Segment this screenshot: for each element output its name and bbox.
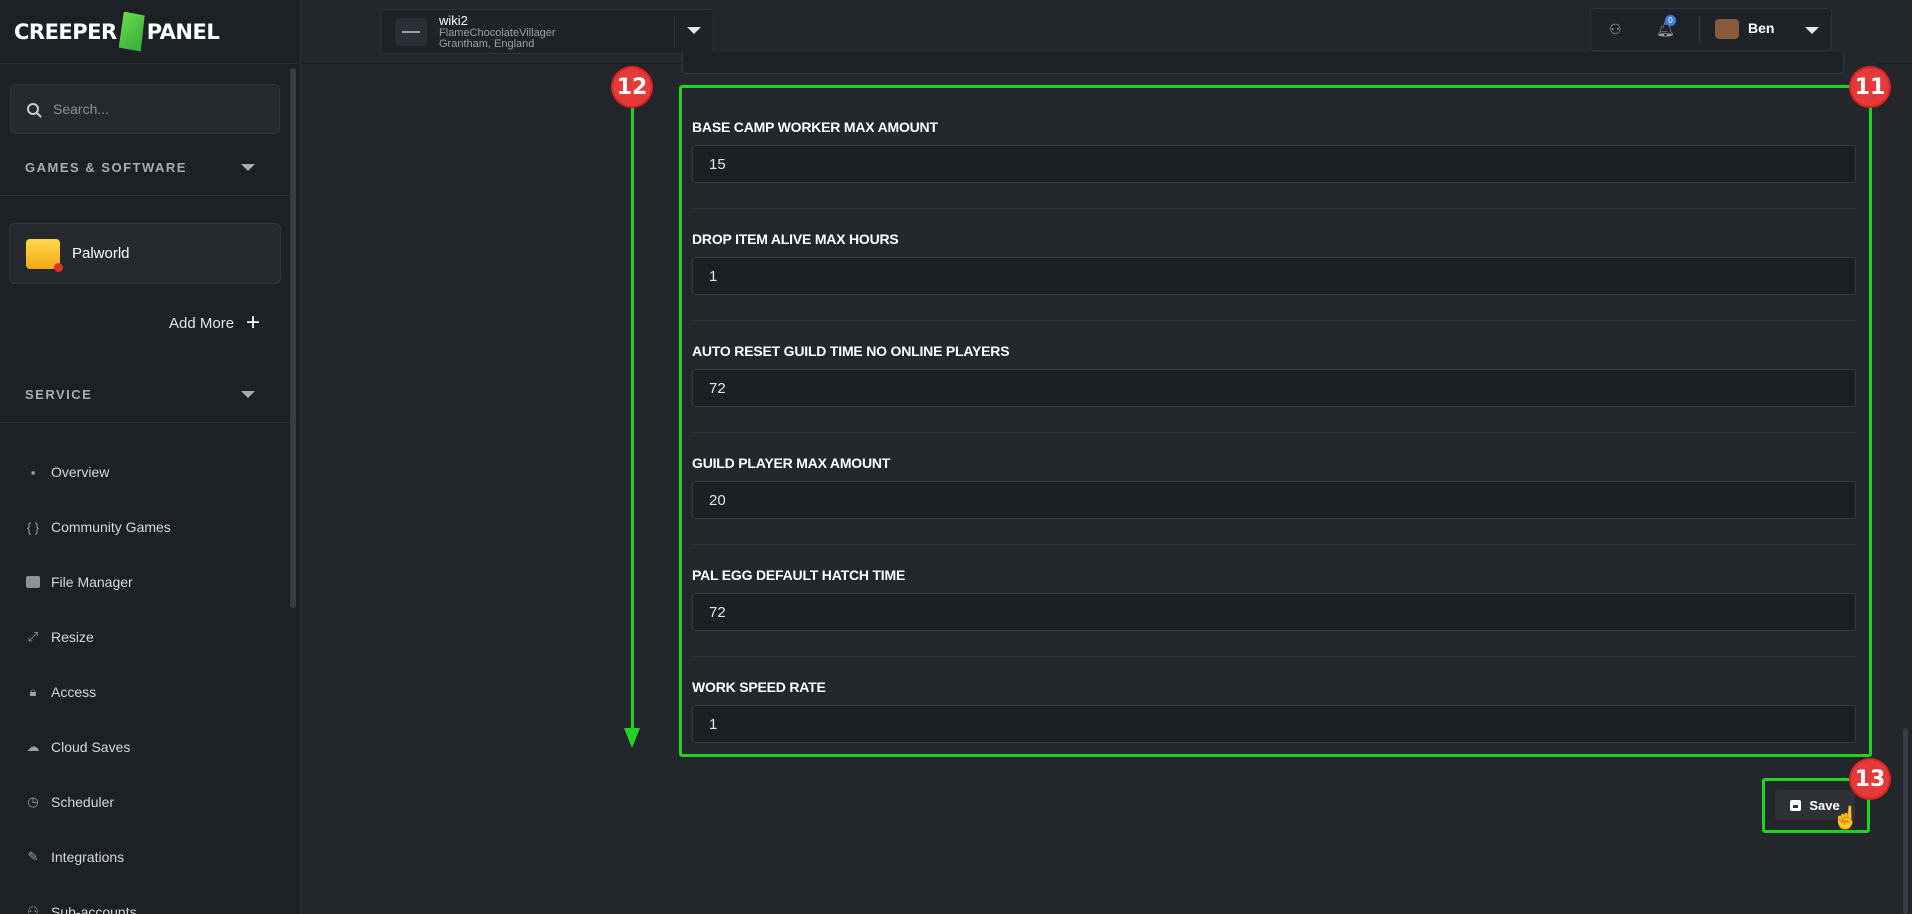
user-bar: ⚇ 🔔︎ 0 Ben: [1590, 8, 1832, 51]
sidebar: CREEPER PANEL GAMES & SOFTWARE Palworld …: [0, 0, 301, 914]
users-icon: ⚇: [27, 904, 39, 914]
step-badge-12: 12: [613, 68, 651, 106]
clock-icon: ◷: [27, 794, 39, 809]
server-icon: [395, 17, 427, 46]
resize-icon: ⤢: [27, 629, 39, 644]
cloud-icon: ☁: [26, 739, 40, 754]
avatar[interactable]: [1715, 19, 1739, 39]
sidebar-item-scheduler[interactable]: ◷ Scheduler: [25, 790, 114, 814]
logo-text-left: CREEPER: [14, 19, 117, 44]
sidebar-item-label: Community Games: [51, 519, 171, 535]
highlight-box-fields: [679, 85, 1872, 757]
user-name[interactable]: Ben: [1748, 20, 1774, 36]
grid-icon: ▪: [30, 464, 36, 480]
braces-icon: { }: [26, 519, 40, 535]
wrench-icon: ✎: [27, 849, 39, 864]
sidebar-item-integrations[interactable]: ✎ Integrations: [25, 845, 125, 869]
search-box: [10, 84, 280, 134]
server-world-name: FlameChocolateVillager: [439, 26, 556, 39]
sidebar-item-file-manager[interactable]: File Manager: [25, 570, 133, 594]
floppy-disk-icon: [1790, 799, 1802, 811]
add-more-button[interactable]: Add More +: [169, 309, 261, 336]
sidebar-item-label: Integrations: [51, 849, 125, 865]
server-location: Grantham, England: [439, 37, 535, 50]
logo-bar: CREEPER PANEL: [0, 0, 300, 64]
sidebar-item-sub-accounts[interactable]: ⚇ Sub-accounts: [25, 900, 137, 914]
palworld-thumbnail: [26, 238, 63, 272]
game-card-palworld[interactable]: Palworld: [9, 223, 281, 284]
divider: [1699, 16, 1700, 42]
sidebar-item-label: File Manager: [51, 574, 133, 590]
game-label: Palworld: [72, 245, 130, 262]
creeperpanel-logo[interactable]: CREEPER PANEL: [14, 11, 220, 52]
sidebar-item-community-games[interactable]: { } Community Games: [25, 515, 171, 539]
section-games-software[interactable]: GAMES & SOFTWARE: [0, 147, 280, 187]
sidebar-item-label: Scheduler: [51, 794, 115, 810]
section-service-label: SERVICE: [25, 386, 93, 402]
sidebar-item-label: Overview: [51, 464, 110, 480]
sidebar-item-label: Sub-accounts: [51, 904, 137, 914]
server-selector[interactable]: wiki2 FlameChocolateVillager Grantham, E…: [380, 9, 714, 54]
friends-icon[interactable]: ⚇: [1609, 21, 1627, 37]
add-more-label: Add More: [169, 314, 235, 332]
sidebar-item-label: Resize: [51, 629, 94, 645]
chevron-down-icon[interactable]: [1805, 27, 1819, 34]
sidebar-item-label: Access: [51, 684, 97, 700]
section-games-label: GAMES & SOFTWARE: [25, 159, 187, 175]
sidebar-scrollbar-thumb[interactable]: [290, 68, 296, 608]
chevron-down-icon: [241, 163, 255, 171]
arrow-down-icon: [624, 728, 640, 748]
chevron-down-icon[interactable]: [687, 27, 701, 34]
plus-icon: +: [246, 309, 261, 336]
hand-cursor-icon: ☝: [1832, 805, 1860, 830]
sidebar-item-label: Cloud Saves: [51, 739, 131, 755]
divider: [674, 16, 675, 47]
step-badge-11: 11: [1851, 68, 1889, 106]
sidebar-item-resize[interactable]: ⤢ Resize: [25, 625, 94, 649]
step-badge-13: 13: [1851, 760, 1889, 798]
folder-icon: [25, 574, 41, 590]
notification-badge: 0: [1665, 15, 1676, 26]
server-info: wiki2 FlameChocolateVillager Grantham, E…: [439, 12, 556, 50]
section-service[interactable]: SERVICE: [0, 374, 280, 414]
search-icon: [27, 103, 39, 115]
chevron-down-icon: [241, 390, 255, 398]
server-name: wiki2: [439, 12, 468, 28]
sidebar-scrollbar[interactable]: [290, 68, 296, 908]
search-input[interactable]: [51, 100, 255, 118]
scroll-arrow-line: [631, 108, 634, 730]
sidebar-item-cloud-saves[interactable]: ☁ Cloud Saves: [25, 735, 131, 759]
sidebar-item-access[interactable]: 🔒︎ Access: [25, 680, 97, 704]
divider: [0, 422, 290, 423]
lock-icon: 🔒︎: [29, 684, 37, 699]
creeper-logo-icon: [118, 11, 145, 52]
page-scrollbar-thumb[interactable]: [1903, 728, 1908, 914]
sidebar-item-overview[interactable]: ▪ Overview: [25, 460, 110, 484]
divider: [0, 195, 290, 196]
previous-field-input[interactable]: [682, 52, 1844, 74]
logo-text-right: PANEL: [146, 19, 220, 44]
